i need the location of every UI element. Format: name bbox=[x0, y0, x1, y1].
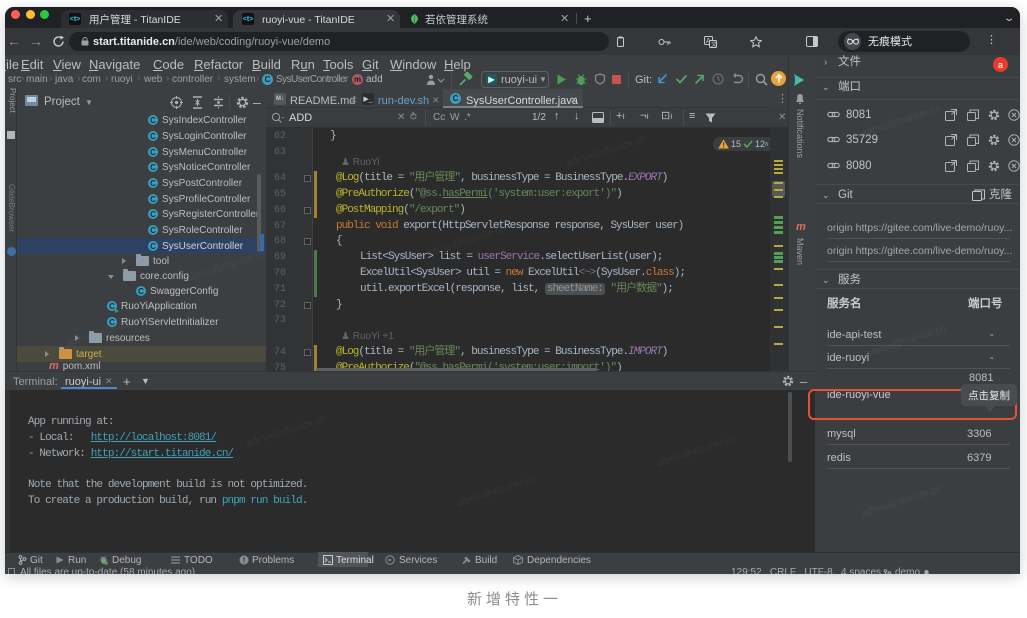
svg-text:文: 文 bbox=[711, 41, 717, 49]
